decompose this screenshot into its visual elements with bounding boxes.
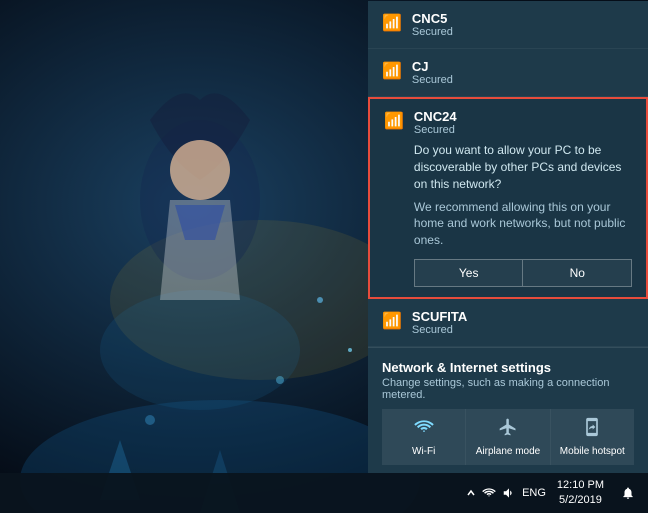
network-status-scufita: Secured — [412, 324, 634, 336]
wifi-icon-cnc24: 📶 — [384, 111, 404, 131]
wifi-quick-icon — [414, 417, 434, 442]
network-item-scufita[interactable]: 📶 SCUFITA Secured — [368, 299, 648, 347]
network-info-cnc24: CNC24 Secured Do you want to allow your … — [414, 109, 632, 287]
airplane-label: Airplane mode — [476, 446, 540, 457]
wifi-icon-cnc5: 📶 — [382, 13, 402, 33]
hotspot-quick-icon — [582, 417, 602, 442]
network-item-cj[interactable]: 📶 CJ Secured — [368, 49, 648, 97]
tray-icons-group: ENG — [463, 473, 549, 513]
taskbar: ENG 12:10 PM 5/2/2019 — [0, 473, 648, 513]
tray-volume-icon-button[interactable] — [499, 473, 519, 513]
network-status-cj: Secured — [412, 74, 634, 86]
wifi-icon-cj: 📶 — [382, 61, 402, 81]
network-info-cnc5: CNC5 Secured — [412, 11, 634, 38]
airplane-quick-icon — [498, 417, 518, 442]
network-tray-icon — [482, 486, 496, 500]
network-name-cnc5: CNC5 — [412, 11, 634, 26]
network-name-scufita: SCUFITA — [412, 309, 634, 324]
network-info-cj: CJ Secured — [412, 59, 634, 86]
tray-chevron-button[interactable] — [463, 473, 479, 513]
quick-action-hotspot[interactable]: Mobile hotspot — [551, 409, 634, 465]
notification-button[interactable] — [612, 473, 644, 513]
discoverable-prompt: Do you want to allow your PC to be disco… — [414, 142, 632, 192]
settings-title[interactable]: Network & Internet settings — [382, 360, 634, 375]
clock-date: 5/2/2019 — [559, 493, 602, 508]
yes-button[interactable]: Yes — [414, 259, 523, 287]
clock-time: 12:10 PM — [557, 478, 604, 493]
network-info-scufita: SCUFITA Secured — [412, 309, 634, 336]
network-status-cnc24: Secured — [414, 124, 632, 136]
network-name-cj: CJ — [412, 59, 634, 74]
hotspot-label: Mobile hotspot — [560, 446, 625, 457]
quick-action-airplane[interactable]: Airplane mode — [466, 409, 550, 465]
network-item-cnc5[interactable]: 📶 CNC5 Secured — [368, 1, 648, 49]
wifi-icon-scufita: 📶 — [382, 311, 402, 331]
network-item-cnc24[interactable]: 📶 CNC24 Secured Do you want to allow you… — [368, 97, 648, 299]
chevron-up-icon — [466, 488, 476, 498]
no-button[interactable]: No — [522, 259, 632, 287]
notification-icon — [621, 486, 635, 500]
clock-area[interactable]: 12:10 PM 5/2/2019 — [549, 473, 612, 513]
quick-actions: Wi-Fi Airplane mode Mobile hotspot — [382, 409, 634, 465]
recommend-text: We recommend allowing this on your home … — [414, 199, 632, 249]
tray-language-button[interactable]: ENG — [519, 473, 549, 513]
wifi-label: Wi-Fi — [412, 446, 435, 457]
quick-action-wifi[interactable]: Wi-Fi — [382, 409, 466, 465]
network-panel: 📶 CNC5 Secured 📶 CJ Secured 📶 CNC24 Secu… — [368, 1, 648, 473]
network-settings-area: Network & Internet settings Change setti… — [368, 347, 648, 473]
network-name-cnc24: CNC24 — [414, 109, 632, 124]
prompt-buttons: Yes No — [414, 259, 632, 287]
volume-tray-icon — [502, 486, 516, 500]
language-label: ENG — [522, 487, 546, 499]
network-status-cnc5: Secured — [412, 26, 634, 38]
tray-network-icon-button[interactable] — [479, 473, 499, 513]
settings-subtitle: Change settings, such as making a connec… — [382, 377, 634, 401]
